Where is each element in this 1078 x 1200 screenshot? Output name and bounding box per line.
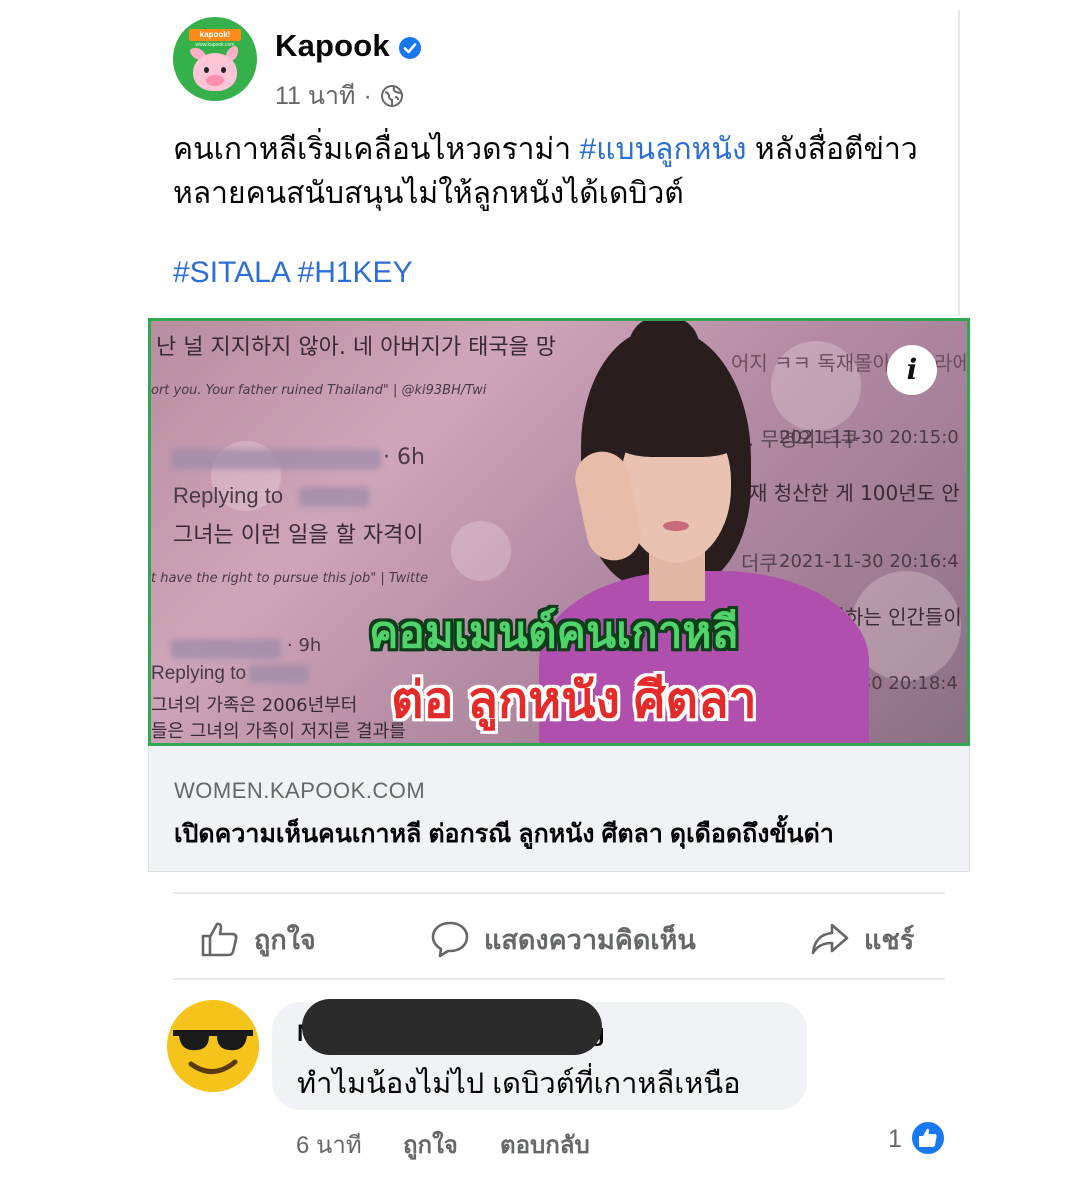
blurred-handle xyxy=(249,665,309,683)
blurred-handle xyxy=(299,487,369,507)
pig-eye xyxy=(221,67,226,73)
portrait-lips xyxy=(663,521,689,531)
comment-bubble-icon xyxy=(431,921,469,958)
link-preview-footer[interactable]: WOMEN.KAPOOK.COM เปิดความเห็นคนเกาหลี ต่… xyxy=(148,746,970,872)
korean-comment-date: 2021-11-30 20:16:4 xyxy=(779,551,959,572)
korean-comment-translation: t have the right to pursue this job" | T… xyxy=(151,571,429,586)
link-preview-image[interactable]: 난 널 지지하지 않아. 네 아버지가 태국을 망 ort you. Your … xyxy=(148,318,970,746)
page-avatar[interactable]: kapook! www.kapook.com xyxy=(173,17,257,101)
verified-badge-icon xyxy=(399,37,421,59)
redacted-name-bar xyxy=(302,999,602,1055)
meta-separator: · xyxy=(363,81,372,110)
korean-comment-time: · 6h xyxy=(383,445,425,470)
info-icon[interactable]: i xyxy=(887,345,937,395)
post-body: คนเกาหลีเริ่มเคลื่อนไหวดราม่า #แบนลูกหนั… xyxy=(173,128,933,216)
comment-text: ทำไมน้องไม่ไป เดบิวต์ที่เกาหลีเหนือ xyxy=(297,1068,741,1100)
like-reaction-icon[interactable] xyxy=(910,1120,946,1156)
thumbs-up-icon xyxy=(201,922,238,957)
korean-comment-time: · 9h xyxy=(287,635,322,656)
divider-line xyxy=(958,10,960,315)
comment-label: แสดงความคิดเห็น xyxy=(484,924,696,955)
avatar-logo-banner: kapook! xyxy=(189,29,241,41)
korean-comment-date: 2021-11-30 20:15:0 xyxy=(779,427,959,448)
share-button[interactable]: แชร์ xyxy=(810,916,914,962)
link-title[interactable]: เปิดความเห็นคนเกาหลี ต่อกรณี ลูกหนัง ศีต… xyxy=(174,814,834,854)
comment-like-button[interactable]: ถูกใจ xyxy=(403,1125,458,1164)
korean-comment-line: 재 청산한 게 100년도 안 됐는데 한국 xyxy=(749,481,967,505)
korean-comment-line: 그녀는 이런 일을 할 자격이 xyxy=(173,523,424,548)
actions-divider-bottom xyxy=(173,978,945,980)
preview-headline-top: คอมเมนต์คนเกาหลี xyxy=(369,608,739,657)
blurred-username xyxy=(171,449,381,469)
comment-button[interactable]: แสดงความคิดเห็น xyxy=(430,916,696,962)
comment-bubble: N g ทำไมน้องไม่ไป เดบิวต์ที่เกาหลีเหนือ xyxy=(272,999,807,1110)
korean-comment-line: 그녀의 가족은 2006년부터 xyxy=(151,695,358,716)
pig-snout xyxy=(206,75,224,86)
sunglasses-emoji-icon xyxy=(167,1000,259,1092)
page-name-link[interactable]: Kapook xyxy=(275,28,390,64)
pig-eye xyxy=(204,67,209,73)
preview-headline-bottom: ต่อ ลูกหนัง ศีตลา xyxy=(391,672,757,728)
post-meta: 11 นาที · xyxy=(275,76,404,116)
korean-comment-translation: ort you. Your father ruined Thailand" | … xyxy=(151,383,487,398)
korean-comment-line: 난 널 지지하지 않아. 네 아버지가 태국을 망 xyxy=(156,335,557,360)
like-button[interactable]: ถูกใจ xyxy=(200,916,316,962)
post-text-start: คนเกาหลีเริ่มเคลื่อนไหวดราม่า xyxy=(173,133,580,166)
actions-divider-top xyxy=(173,892,945,894)
share-arrow-icon xyxy=(811,923,849,955)
reaction-count[interactable]: 1 xyxy=(888,1125,902,1154)
like-label: ถูกใจ xyxy=(254,924,316,955)
comment-reply-button[interactable]: ตอบกลับ xyxy=(500,1125,590,1164)
replying-to-label: Replying to xyxy=(173,483,284,508)
portrait-bangs xyxy=(613,399,741,457)
commenter-avatar[interactable] xyxy=(167,1000,259,1092)
comment-timestamp[interactable]: 6 นาที xyxy=(296,1125,362,1164)
hashtag-link[interactable]: #แบนลูกหนัง xyxy=(579,133,746,166)
post-timestamp[interactable]: 11 นาที xyxy=(275,76,356,116)
replying-to-label: Replying to xyxy=(151,663,247,684)
korean-comment-line: 들은 그녀의 가족이 저지른 결과를 xyxy=(151,721,406,742)
link-domain: WOMEN.KAPOOK.COM xyxy=(174,778,426,803)
share-label: แชร์ xyxy=(864,924,915,955)
post-hashtags[interactable]: #SITALA #H1KEY xyxy=(173,256,413,290)
blurred-username xyxy=(171,639,281,659)
bokeh-light xyxy=(451,521,511,581)
globe-icon[interactable] xyxy=(380,84,404,108)
